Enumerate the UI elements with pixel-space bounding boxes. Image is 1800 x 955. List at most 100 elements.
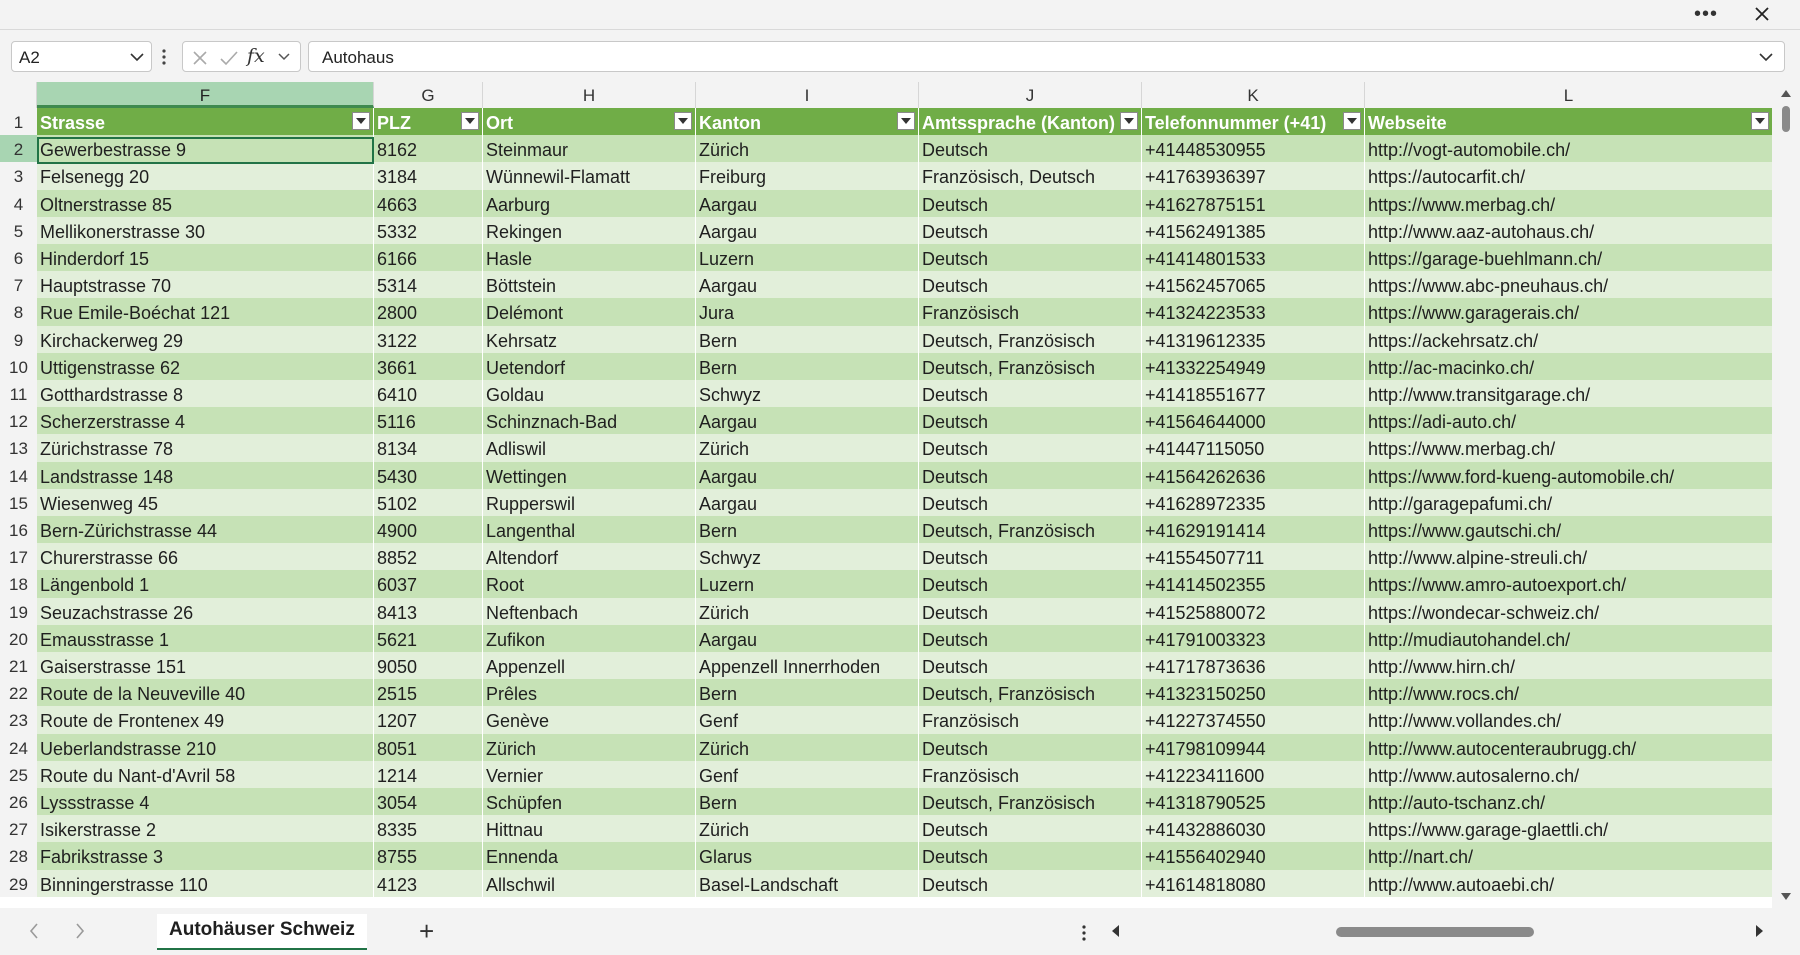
- table-cell[interactable]: Deutsch: [919, 597, 1142, 625]
- row-number[interactable]: 19: [0, 597, 37, 625]
- table-cell[interactable]: Deutsch: [919, 488, 1142, 516]
- table-cell[interactable]: https://www.ford-kueng-automobile.ch/: [1365, 461, 1772, 489]
- close-button[interactable]: [1744, 1, 1780, 27]
- row-number[interactable]: 15: [0, 488, 37, 516]
- table-cell[interactable]: +41562457065: [1142, 271, 1365, 299]
- table-cell[interactable]: Mellikonerstrasse 30: [37, 216, 374, 244]
- table-cell[interactable]: Langenthal: [483, 516, 696, 544]
- select-all-corner[interactable]: [0, 82, 37, 108]
- filter-dropdown-button[interactable]: [352, 112, 370, 130]
- table-cell[interactable]: Luzern: [696, 244, 919, 272]
- table-cell[interactable]: https://www.merbag.ch/: [1365, 189, 1772, 217]
- table-cell[interactable]: https://www.abc-pneuhaus.ch/: [1365, 271, 1772, 299]
- table-cell[interactable]: +41223411600: [1142, 760, 1365, 788]
- table-cell[interactable]: Bern: [696, 352, 919, 380]
- table-cell[interactable]: Aargau: [696, 461, 919, 489]
- table-cell[interactable]: Genève: [483, 706, 696, 734]
- table-cell[interactable]: https://autocarfit.ch/: [1365, 162, 1772, 190]
- table-cell[interactable]: https://wondecar-schweiz.ch/: [1365, 597, 1772, 625]
- table-cell[interactable]: Französisch: [919, 298, 1142, 326]
- table-header-cell[interactable]: Ort: [483, 108, 696, 136]
- table-cell[interactable]: Root: [483, 570, 696, 598]
- row-number[interactable]: 27: [0, 815, 37, 843]
- table-cell[interactable]: Ueberlandstrasse 210: [37, 733, 374, 761]
- table-cell[interactable]: Gaiserstrasse 151: [37, 652, 374, 680]
- table-header-cell[interactable]: Amtssprache (Kanton): [919, 108, 1142, 136]
- table-cell[interactable]: Deutsch: [919, 869, 1142, 897]
- row-number[interactable]: 14: [0, 461, 37, 489]
- table-cell[interactable]: +41525880072: [1142, 597, 1365, 625]
- table-cell[interactable]: Aargau: [696, 189, 919, 217]
- worksheet-grid[interactable]: FGHIJKL 1 Strasse PLZ Ort Kanton Amtssprache …: [0, 82, 1772, 908]
- table-cell[interactable]: Aargau: [696, 271, 919, 299]
- table-cell[interactable]: Rekingen: [483, 216, 696, 244]
- table-cell[interactable]: Uetendorf: [483, 352, 696, 380]
- scroll-down-icon[interactable]: [1780, 892, 1792, 902]
- row-number[interactable]: 21: [0, 652, 37, 680]
- table-cell[interactable]: Allschwil: [483, 869, 696, 897]
- row-number[interactable]: 10: [0, 352, 37, 380]
- table-cell[interactable]: 2515: [374, 679, 483, 707]
- table-cell[interactable]: Zürichstrasse 78: [37, 434, 374, 462]
- table-cell[interactable]: +41554507711: [1142, 543, 1365, 571]
- table-cell[interactable]: Bern: [696, 679, 919, 707]
- table-cell[interactable]: Deutsch, Französisch: [919, 516, 1142, 544]
- table-cell[interactable]: Deutsch, Französisch: [919, 325, 1142, 353]
- table-cell[interactable]: Luzern: [696, 570, 919, 598]
- table-cell[interactable]: https://www.merbag.ch/: [1365, 434, 1772, 462]
- table-cell[interactable]: Deutsch, Französisch: [919, 352, 1142, 380]
- table-cell[interactable]: +41432886030: [1142, 815, 1365, 843]
- table-cell[interactable]: Zürich: [696, 135, 919, 163]
- table-cell[interactable]: 4123: [374, 869, 483, 897]
- add-sheet-button[interactable]: +: [419, 915, 434, 947]
- table-cell[interactable]: http://ac-macinko.ch/: [1365, 352, 1772, 380]
- table-cell[interactable]: +41556402940: [1142, 842, 1365, 870]
- table-cell[interactable]: Hauptstrasse 70: [37, 271, 374, 299]
- table-cell[interactable]: 6410: [374, 380, 483, 408]
- table-cell[interactable]: Aargau: [696, 407, 919, 435]
- table-cell[interactable]: +41323150250: [1142, 679, 1365, 707]
- table-cell[interactable]: 8162: [374, 135, 483, 163]
- row-number[interactable]: 17: [0, 543, 37, 571]
- table-cell[interactable]: +41319612335: [1142, 325, 1365, 353]
- table-cell[interactable]: Bern-Zürichstrasse 44: [37, 516, 374, 544]
- filter-dropdown-button[interactable]: [1120, 112, 1138, 130]
- table-cell[interactable]: https://www.gautschi.ch/: [1365, 516, 1772, 544]
- table-cell[interactable]: Bern: [696, 788, 919, 816]
- table-cell[interactable]: Genf: [696, 760, 919, 788]
- table-cell[interactable]: Landstrasse 148: [37, 461, 374, 489]
- table-cell[interactable]: Rupperswil: [483, 488, 696, 516]
- table-cell[interactable]: +41418551677: [1142, 380, 1365, 408]
- row-number[interactable]: 28: [0, 842, 37, 870]
- row-number[interactable]: 4: [0, 189, 37, 217]
- row-number[interactable]: 16: [0, 516, 37, 544]
- scroll-up-icon[interactable]: [1780, 88, 1792, 98]
- row-number[interactable]: 25: [0, 760, 37, 788]
- table-cell[interactable]: Felsenegg 20: [37, 162, 374, 190]
- check-icon[interactable]: [219, 49, 239, 67]
- sheet-tab-active[interactable]: Autohäuser Schweiz: [157, 914, 367, 950]
- table-cell[interactable]: +41564262636: [1142, 461, 1365, 489]
- table-cell[interactable]: +41227374550: [1142, 706, 1365, 734]
- table-cell[interactable]: Appenzell Innerrhoden: [696, 652, 919, 680]
- table-cell[interactable]: Deutsch, Französisch: [919, 788, 1142, 816]
- row-number[interactable]: 6: [0, 244, 37, 272]
- table-cell[interactable]: https://garage-buehlmann.ch/: [1365, 244, 1772, 272]
- table-cell[interactable]: Route du Nant-d'Avril 58: [37, 760, 374, 788]
- table-cell[interactable]: Schinznach-Bad: [483, 407, 696, 435]
- row-number[interactable]: 11: [0, 380, 37, 408]
- table-cell[interactable]: Glarus: [696, 842, 919, 870]
- table-header-cell[interactable]: Webseite: [1365, 108, 1772, 136]
- table-cell[interactable]: https://ackehrsatz.ch/: [1365, 325, 1772, 353]
- table-cell[interactable]: Scherzerstrasse 4: [37, 407, 374, 435]
- table-cell[interactable]: Steinmaur: [483, 135, 696, 163]
- table-cell[interactable]: Deutsch, Französisch: [919, 679, 1142, 707]
- table-cell[interactable]: Deutsch: [919, 570, 1142, 598]
- table-cell[interactable]: 9050: [374, 652, 483, 680]
- table-cell[interactable]: 6166: [374, 244, 483, 272]
- table-cell[interactable]: http://www.autoaebi.ch/: [1365, 869, 1772, 897]
- table-cell[interactable]: http://auto-tschanz.ch/: [1365, 788, 1772, 816]
- table-cell[interactable]: 1207: [374, 706, 483, 734]
- table-cell[interactable]: Deutsch: [919, 380, 1142, 408]
- table-cell[interactable]: Bern: [696, 325, 919, 353]
